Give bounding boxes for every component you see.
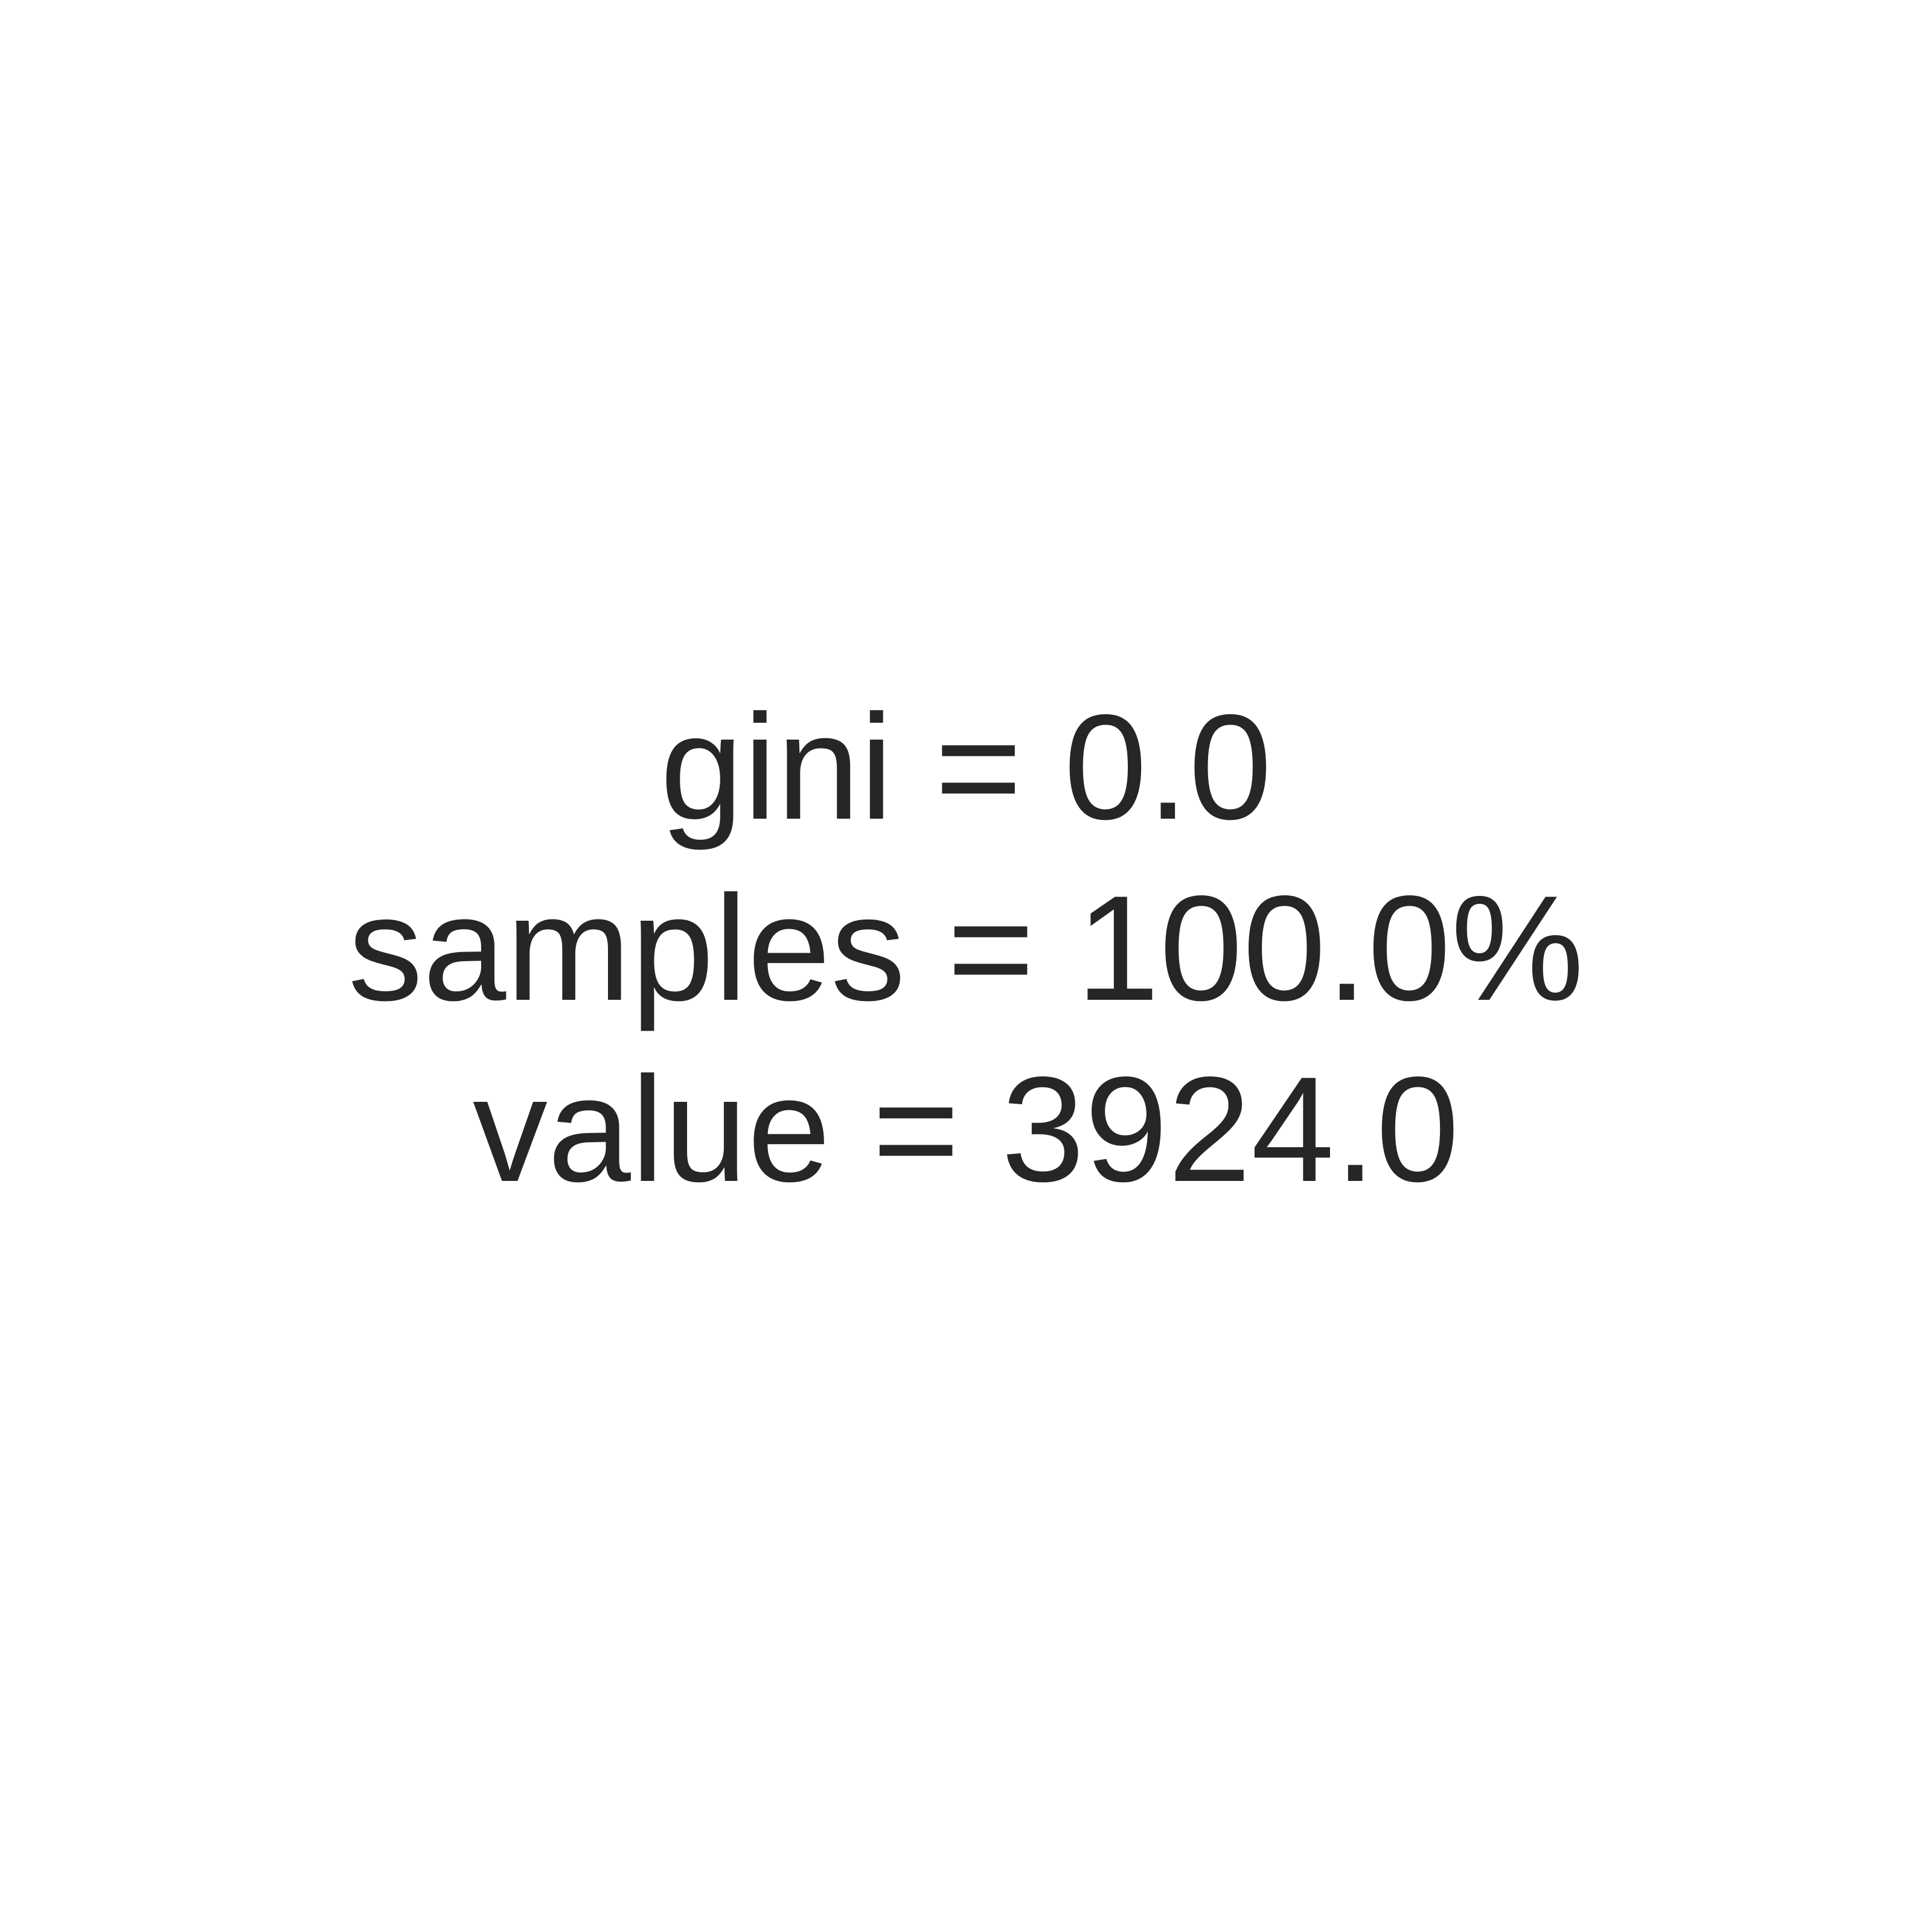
decision-tree-canvas: gini = 0.0 samples = 100.0% value = 3924… [0,0,1932,1932]
value-line: value = 3924.0 [472,1045,1460,1213]
tree-leaf-node: gini = 0.0 samples = 100.0% value = 3924… [0,676,1932,1220]
samples-line: samples = 100.0% [348,864,1584,1032]
gini-line: gini = 0.0 [660,683,1272,851]
